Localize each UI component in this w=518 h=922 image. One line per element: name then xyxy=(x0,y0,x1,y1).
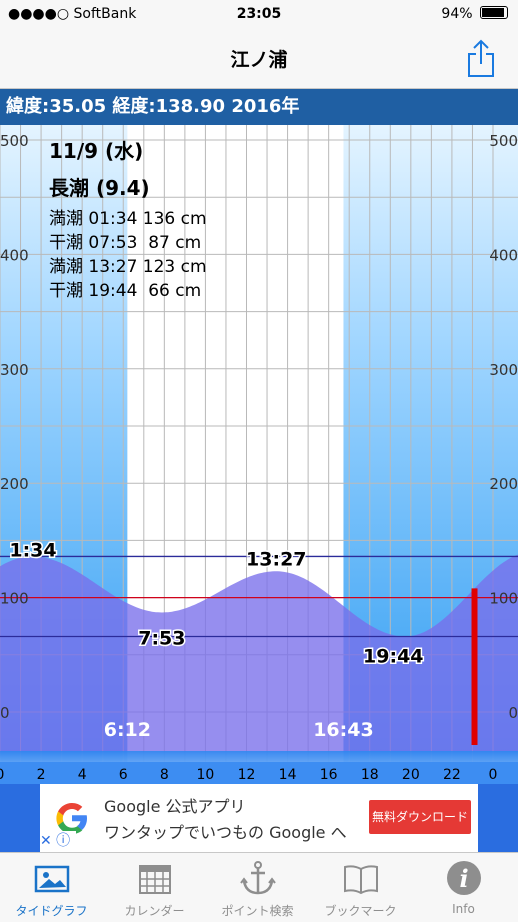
y-tick-label-right: 500 xyxy=(489,132,518,150)
x-tick-label: 16 xyxy=(320,767,338,783)
ad-banner[interactable]: Google 公式アプリ ワンタップでいつもの Google へ 無料ダウンロー… xyxy=(0,784,518,852)
tide-extreme-label: 1:34 xyxy=(9,539,56,561)
status-time: 23:05 xyxy=(236,6,282,22)
info-icon: i xyxy=(447,861,481,895)
y-tick-label-left: 400 xyxy=(0,246,29,264)
tide-summary: 11/9 (水) 長潮 (9.4) 満潮 01:34 136 cm 干潮 07:5… xyxy=(49,135,207,303)
x-tick-label: 6 xyxy=(119,767,128,783)
x-tick-label: 0 xyxy=(0,767,4,783)
tab-calendar[interactable]: カレンダー xyxy=(103,853,206,922)
photo-icon xyxy=(34,865,70,893)
tide-event-row: 干潮 19:44 66 cm xyxy=(49,281,202,301)
nav-bar: 江ノ浦 xyxy=(0,30,518,89)
tab-tide-graph[interactable]: タイドグラフ xyxy=(0,853,103,922)
sunrise-label: 6:12 xyxy=(104,719,151,741)
tide-kind: 長潮 (9.4) xyxy=(49,176,150,200)
ad-download-button[interactable]: 無料ダウンロード xyxy=(369,800,471,834)
tide-extreme-label: 13:27 xyxy=(246,548,306,570)
y-tick-label-left: 100 xyxy=(0,590,29,608)
current-time-marker xyxy=(471,588,478,745)
ad-title: Google 公式アプリ xyxy=(104,797,246,816)
y-tick-label-left: 0 xyxy=(0,704,10,722)
x-tick-label: 18 xyxy=(361,767,379,783)
y-tick-label-right: 200 xyxy=(489,475,518,493)
share-icon[interactable] xyxy=(466,38,496,78)
tide-event-row: 満潮 13:27 123 cm xyxy=(49,257,207,277)
tide-extreme-label: 7:53 xyxy=(138,627,185,649)
page-title: 江ノ浦 xyxy=(230,49,288,71)
tab-bar: タイドグラフ カレンダー ポイント検索 ブックマーク i Info xyxy=(0,852,518,922)
x-tick-label: 10 xyxy=(197,767,215,783)
tide-event-row: 満潮 01:34 136 cm xyxy=(49,209,207,229)
svg-text:i: i xyxy=(459,864,468,893)
status-bar: ●●●●○ SoftBank 23:05 94% xyxy=(0,0,518,30)
y-tick-label-right: 400 xyxy=(489,246,518,264)
coordinates-text: 緯度:35.05 経度:138.90 2016年 xyxy=(6,96,300,117)
x-tick-label: 8 xyxy=(160,767,169,783)
x-tick-label: 12 xyxy=(238,767,256,783)
battery-icon xyxy=(480,6,508,19)
y-tick-label-left: 300 xyxy=(0,361,29,379)
x-tick-label: 2 xyxy=(37,767,46,783)
ad-content[interactable]: Google 公式アプリ ワンタップでいつもの Google へ 無料ダウンロー… xyxy=(40,784,478,852)
y-tick-label-right: 0 xyxy=(508,704,518,722)
tab-label: Info xyxy=(452,902,475,916)
x-tick-label: 14 xyxy=(279,767,297,783)
tide-extreme-label: 19:44 xyxy=(363,645,423,667)
battery-status: 94% xyxy=(441,6,508,22)
tab-label: タイドグラフ xyxy=(15,904,88,918)
tide-event-row: 干潮 07:53 87 cm xyxy=(49,233,202,253)
y-tick-label-right: 100 xyxy=(489,590,518,608)
ad-subtitle: ワンタップでいつもの Google へ xyxy=(104,823,347,842)
anchor-icon xyxy=(240,861,276,895)
x-tick-label: 4 xyxy=(78,767,87,783)
ad-close-icon[interactable]: ✕ ⓘ xyxy=(40,831,76,852)
tab-label: ポイント検索 xyxy=(221,904,294,918)
x-tick-label: 22 xyxy=(443,767,461,783)
y-tick-label-right: 300 xyxy=(489,361,518,379)
tab-point-search[interactable]: ポイント検索 xyxy=(206,853,309,922)
tab-label: ブックマーク xyxy=(324,904,397,918)
tab-label: カレンダー xyxy=(124,904,185,918)
axis-band xyxy=(0,751,518,762)
calendar-icon xyxy=(139,865,171,894)
tab-bookmark[interactable]: ブックマーク xyxy=(309,853,412,922)
location-info-bar: 緯度:35.05 経度:138.90 2016年 xyxy=(0,89,518,125)
tab-info[interactable]: i Info xyxy=(412,853,515,922)
x-tick-label: 20 xyxy=(402,767,420,783)
y-tick-label-left: 500 xyxy=(0,132,29,150)
book-icon xyxy=(344,865,378,895)
x-tick-label: 0 xyxy=(489,767,498,783)
battery-percent: 94% xyxy=(441,6,473,22)
tide-date: 11/9 (水) xyxy=(49,139,144,163)
y-tick-label-left: 200 xyxy=(0,475,29,493)
sunset-label: 16:43 xyxy=(313,719,373,741)
